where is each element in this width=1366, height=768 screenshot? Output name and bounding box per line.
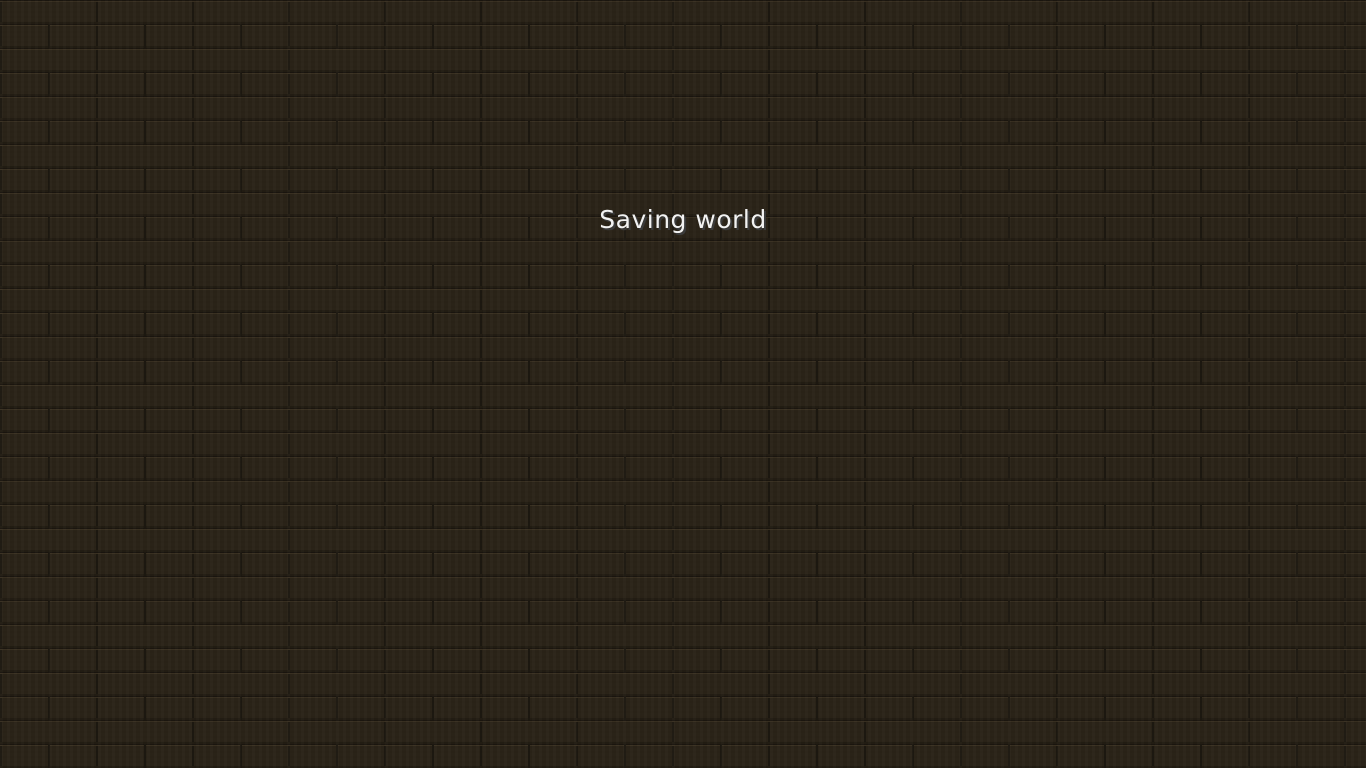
saving-status-text: Saving world — [599, 205, 767, 234]
saving-world-screen: Saving world — [0, 0, 1366, 768]
